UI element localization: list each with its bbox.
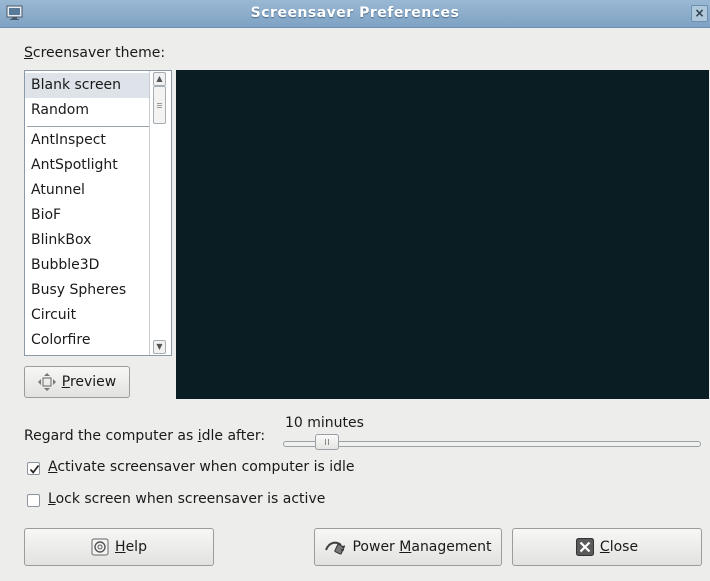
lock-screen-checkbox[interactable] xyxy=(27,494,40,507)
activate-screensaver-label[interactable]: Activate screensaver when computer is id… xyxy=(48,459,355,475)
power-management-label: Power Management xyxy=(352,539,492,555)
idle-label: Regard the computer as idle after: xyxy=(24,428,266,444)
theme-list-scrollbar[interactable]: ▲ ▼ xyxy=(149,71,171,355)
power-plug-icon xyxy=(325,541,346,555)
theme-label-mnemonic: S xyxy=(24,45,33,61)
preview-button-label: Preview xyxy=(61,374,117,390)
grip-line xyxy=(157,107,162,108)
theme-label-text: creensaver theme: xyxy=(32,45,166,61)
lock-screen-label[interactable]: Lock screen when screensaver is active xyxy=(48,491,325,507)
title-bar: Screensaver Preferences × xyxy=(0,0,710,28)
grip-line xyxy=(324,439,326,445)
preview-button[interactable]: Preview xyxy=(24,366,130,398)
idle-value: 10 minutes xyxy=(285,415,364,431)
idle-slider-trough[interactable] xyxy=(283,441,701,447)
help-button[interactable]: Help xyxy=(24,528,214,566)
scrollbar-thumb[interactable] xyxy=(153,86,166,124)
close-button-label: Close xyxy=(599,539,639,555)
help-icon xyxy=(91,538,109,556)
idle-slider-thumb[interactable] xyxy=(314,434,339,450)
scroll-up-button[interactable]: ▲ xyxy=(153,72,166,86)
help-button-label: Help xyxy=(115,539,147,555)
screensaver-preview xyxy=(176,70,709,399)
scroll-down-button[interactable]: ▼ xyxy=(153,340,166,354)
window-title: Screensaver Preferences xyxy=(250,5,460,21)
fullscreen-arrows-icon xyxy=(37,373,56,391)
close-icon xyxy=(575,538,594,556)
theme-list[interactable]: Blank screen Random AntInspect AntSpotli… xyxy=(24,70,172,356)
grip-line xyxy=(157,103,162,104)
activate-screensaver-checkbox[interactable] xyxy=(27,462,40,475)
close-icon: × xyxy=(694,6,705,20)
grip-line xyxy=(327,439,329,445)
checkmark-icon xyxy=(29,464,40,474)
close-button[interactable]: Close xyxy=(512,528,702,566)
chevron-up-icon: ▲ xyxy=(156,74,163,83)
power-management-button[interactable]: Power Management xyxy=(314,528,502,566)
grip-line xyxy=(157,105,162,106)
chevron-down-icon: ▼ xyxy=(156,342,163,351)
window-close-button[interactable]: × xyxy=(691,5,708,22)
theme-label: Screensaver theme: xyxy=(24,45,165,61)
list-separator xyxy=(27,126,167,127)
